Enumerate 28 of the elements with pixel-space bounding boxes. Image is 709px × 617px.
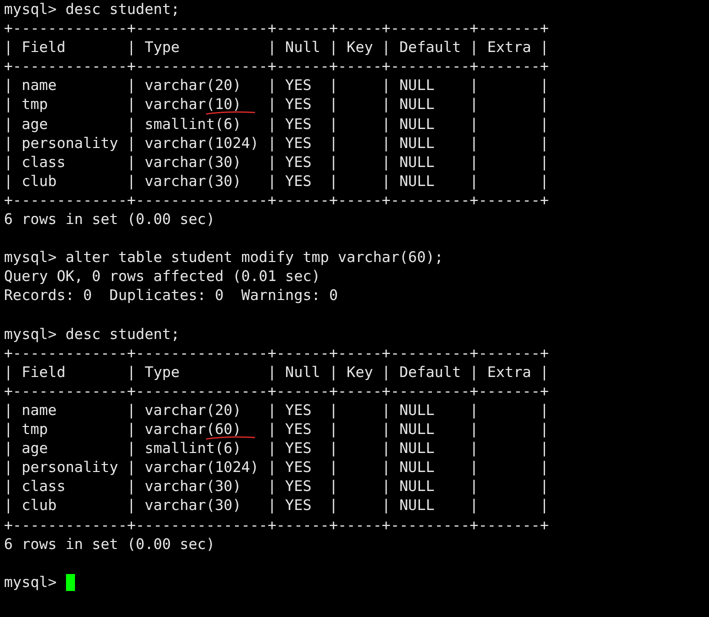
terminal-line: mysql> desc student; [4, 0, 180, 20]
terminal-line: | Field | Type | Null | Key | Default | Extra | [4, 362, 549, 382]
terminal-line: mysql> [4, 572, 58, 592]
terminal-line: | personality | varchar(1024) | YES | | NULL | | [4, 458, 549, 478]
terminal-line: | class | varchar(30) | YES | | NULL | | [4, 152, 549, 172]
table-border: +-------------+---------------+------+-----+---------+-------+ [4, 20, 549, 38]
terminal-line: | Field | Type | Null | Key | Default | Extra | [4, 38, 549, 58]
terminal-line: | age | smallint(6) | YES | | NULL | | [4, 439, 549, 458]
terminal-line: mysql> desc student; [4, 324, 180, 344]
terminal-line: Records: 0 Duplicates: 0 Warnings: 0 [4, 286, 338, 306]
table-border: +-------------+---------------+------+-----+---------+-------+ [4, 58, 549, 76]
table-border: +-------------+---------------+------+-----+---------+-------+ [4, 344, 549, 362]
terminal-line: | name | varchar(20) | YES | | NULL | | [4, 400, 549, 420]
terminal-line: | name | varchar(20) | YES | | NULL | | [4, 76, 549, 96]
terminal-line: mysql> alter table student modify tmp varchar(60); [4, 248, 444, 268]
terminal-line: | tmp | varchar(10) | YES | | NULL | | [4, 95, 549, 115]
terminal-line: Query OK, 0 rows affected (0.01 sec) [4, 267, 320, 286]
terminal-line: 6 rows in set (0.00 sec) [4, 534, 215, 554]
terminal-line: | club | varchar(30) | YES | | NULL | | [4, 172, 549, 191]
terminal-line: | club | varchar(30) | YES | | NULL | | [4, 496, 549, 516]
table-border: +-------------+---------------+------+-----+---------+-------+ [4, 516, 549, 534]
table-border: +-------------+---------------+------+-----+---------+-------+ [4, 192, 549, 209]
terminal-line: | tmp | varchar(60) | YES | | NULL | | [4, 420, 549, 440]
terminal-line: | class | varchar(30) | YES | | NULL | | [4, 477, 549, 496]
terminal-line: | personality | varchar(1024) | YES | | NULL | | [4, 134, 549, 153]
terminal-line: 6 rows in set (0.00 sec) [4, 210, 215, 230]
terminal-line: | age | smallint(6) | YES | | NULL | | [4, 114, 549, 134]
table-border: +-------------+---------------+------+-----+---------+-------+ [4, 382, 549, 400]
